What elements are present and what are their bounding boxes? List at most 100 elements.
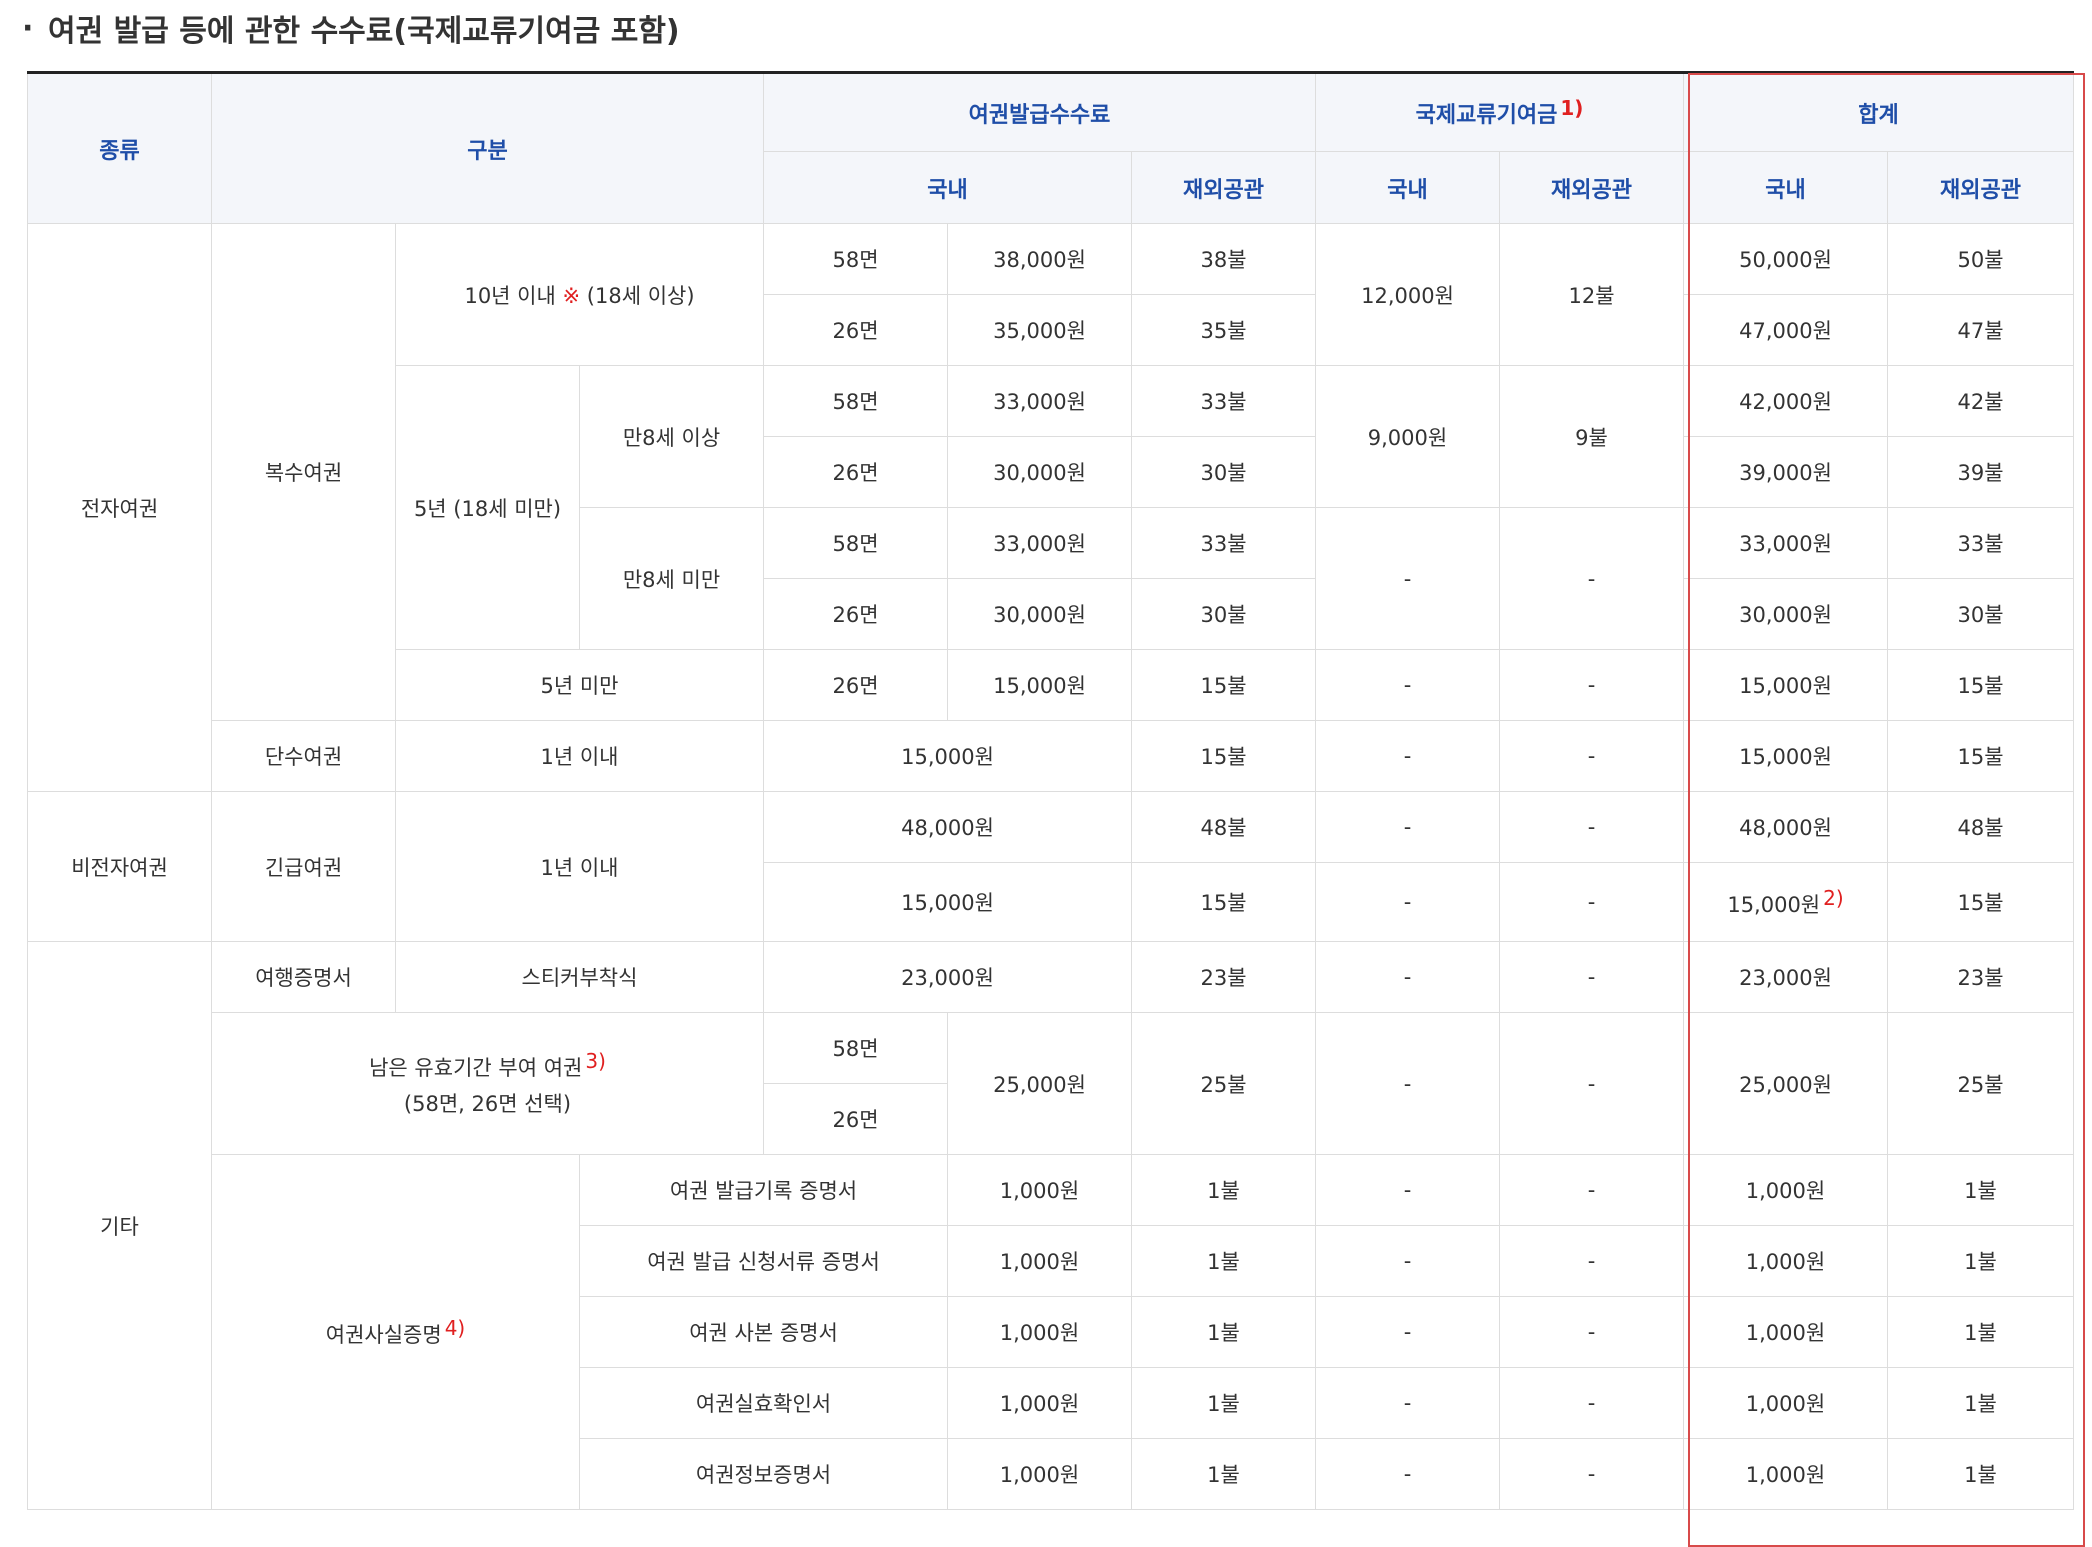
pages-cell: 58면 — [763, 223, 948, 295]
ten-year-label: 10년 이내 — [464, 283, 556, 308]
fee-domestic: 35,000원 — [947, 294, 1132, 366]
total-overseas: 15불 — [1886, 720, 2075, 792]
fee-overseas: 15불 — [1131, 649, 1316, 721]
contribution-domestic: - — [1315, 791, 1500, 863]
fee-domestic: 30,000원 — [947, 578, 1132, 650]
total-domestic: 1,000원 — [1683, 1154, 1888, 1226]
fee-domestic: 1,000원 — [947, 1367, 1132, 1439]
fee-overseas: 23불 — [1131, 941, 1316, 1013]
footnote-4-link[interactable]: 4) — [445, 1316, 466, 1340]
total-overseas: 33불 — [1886, 507, 2075, 579]
contribution-overseas: - — [1499, 1154, 1684, 1226]
total-overseas: 50불 — [1886, 223, 2075, 295]
fee-overseas: 30불 — [1131, 436, 1316, 508]
fee-domestic: 33,000원 — [947, 507, 1132, 579]
contribution-overseas: - — [1499, 1012, 1684, 1155]
total-overseas: 47불 — [1886, 294, 2075, 366]
fee-domestic: 48,000원 — [763, 791, 1132, 863]
contribution-domestic: - — [1315, 1225, 1500, 1297]
table-row: 여권사실증명 4) 여권 발급기록 증명서 1,000원 1불 - - 1,000… — [28, 1154, 2075, 1510]
contribution-domestic: - — [1315, 720, 1500, 792]
header-issuance-fee: 여권발급수수료 — [763, 72, 1316, 152]
total-domestic: 1,000원 — [1683, 1367, 1888, 1439]
emergency-period: 1년 이내 — [395, 791, 764, 942]
multi-passport-label: 복수여권 — [211, 223, 396, 721]
title-bullet: · — [22, 10, 34, 46]
contribution-overseas: - — [1499, 1225, 1684, 1297]
total-domestic: 33,000원 — [1683, 507, 1888, 579]
footnote-3-link[interactable]: 3) — [585, 1049, 606, 1073]
contribution-domestic: 9,000원 — [1315, 365, 1500, 508]
fee-overseas: 35불 — [1131, 294, 1316, 366]
passport-fact-cert-label: 여권사실증명 — [325, 1322, 442, 1347]
pages-cell: 58면 — [763, 1012, 948, 1084]
emergency-passport-label: 긴급여권 — [211, 791, 396, 942]
total-domestic: 50,000원 — [1683, 223, 1888, 295]
travel-cert-type: 스티커부착식 — [395, 941, 764, 1013]
pages-cell: 26면 — [763, 436, 948, 508]
fee-domestic: 23,000원 — [763, 941, 1132, 1013]
age8-over-label: 만8세 이상 — [579, 365, 764, 508]
total-overseas: 15불 — [1886, 862, 2075, 942]
remaining-validity-sub: (58면, 26면 선택) — [403, 1092, 572, 1116]
contribution-domestic: - — [1315, 507, 1500, 650]
contribution-domestic: - — [1315, 649, 1500, 721]
table-row: 기타 여행증명서 스티커부착식 23,000원 23불 - - 23,000원 … — [27, 941, 2075, 1510]
table-row: 단수여권 1년 이내 15,000원 15불 - - 15,000원 15불 — [28, 720, 2075, 792]
total-domestic-cell: 15,000원 2) — [1683, 862, 1888, 942]
contribution-overseas: - — [1499, 507, 1684, 650]
age8-under-label: 만8세 미만 — [579, 507, 764, 650]
contribution-domestic: - — [1315, 1154, 1500, 1226]
single-period: 1년 이내 — [395, 720, 764, 792]
header-category: 구분 — [211, 72, 764, 224]
fee-domestic: 15,000원 — [763, 720, 1132, 792]
note-mark-icon: ※ — [562, 283, 581, 308]
cert-name: 여권 사본 증명서 — [579, 1296, 948, 1368]
group-electronic: 전자여권 — [27, 223, 212, 792]
contribution-domestic: - — [1315, 1296, 1500, 1368]
total-overseas: 1불 — [1886, 1367, 2075, 1439]
total-domestic: 1,000원 — [1683, 1225, 1888, 1297]
fee-domestic: 15,000원 — [947, 649, 1132, 721]
header-contribution: 국제교류기여금 1) — [1315, 72, 1684, 152]
fee-domestic: 30,000원 — [947, 436, 1132, 508]
pages-cell: 26면 — [763, 294, 948, 366]
contribution-overseas: - — [1499, 720, 1684, 792]
contribution-domestic: - — [1315, 1012, 1500, 1155]
contribution-domestic: - — [1315, 941, 1500, 1013]
fee-overseas: 15불 — [1131, 720, 1316, 792]
title-text: 여권 발급 등에 관한 수수료(국제교류기여금 포함) — [48, 14, 680, 49]
footnote-1-link[interactable]: 1) — [1560, 96, 1583, 120]
pages-cell: 58면 — [763, 365, 948, 437]
table-row: 비전자여권 긴급여권 1년 이내 48,000원 48불 - - 48,000원… — [27, 791, 2075, 942]
cert-name: 여권정보증명서 — [579, 1438, 948, 1510]
under5-label: 5년 미만 — [395, 649, 764, 721]
fee-overseas: 33불 — [1131, 365, 1316, 437]
footnote-2-link[interactable]: 2) — [1823, 886, 1844, 910]
total-domestic: 23,000원 — [1683, 941, 1888, 1013]
pages-cell: 26면 — [763, 578, 948, 650]
header-fee-domestic: 국내 — [763, 151, 1132, 224]
total-overseas: 15불 — [1886, 649, 2075, 721]
total-domestic: 15,000원 — [1683, 720, 1888, 792]
contribution-domestic: - — [1315, 862, 1500, 942]
fee-domestic: 1,000원 — [947, 1154, 1132, 1226]
header-contribution-label: 국제교류기여금 — [1415, 103, 1558, 128]
total-overseas: 30불 — [1886, 578, 2075, 650]
total-overseas: 23불 — [1886, 941, 2075, 1013]
fee-overseas: 1불 — [1131, 1367, 1316, 1439]
contribution-overseas: - — [1499, 791, 1684, 863]
fee-domestic: 33,000원 — [947, 365, 1132, 437]
table-row: 남은 유효기간 부여 여권 3) (58면, 26면 선택) 58면 25,000… — [28, 1012, 2075, 1155]
cert-name: 여권 발급기록 증명서 — [579, 1154, 948, 1226]
header-total-overseas: 재외공관 — [1886, 151, 2075, 224]
fee-overseas: 33불 — [1131, 507, 1316, 579]
total-domestic: 15,000원 — [1683, 649, 1888, 721]
contribution-domestic: 12,000원 — [1315, 223, 1500, 366]
cert-name: 여권실효확인서 — [579, 1367, 948, 1439]
contribution-domestic: - — [1315, 1438, 1500, 1510]
total-overseas: 1불 — [1886, 1296, 2075, 1368]
fee-domestic: 1,000원 — [947, 1438, 1132, 1510]
contribution-overseas: - — [1499, 649, 1684, 721]
total-overseas: 39불 — [1886, 436, 2075, 508]
